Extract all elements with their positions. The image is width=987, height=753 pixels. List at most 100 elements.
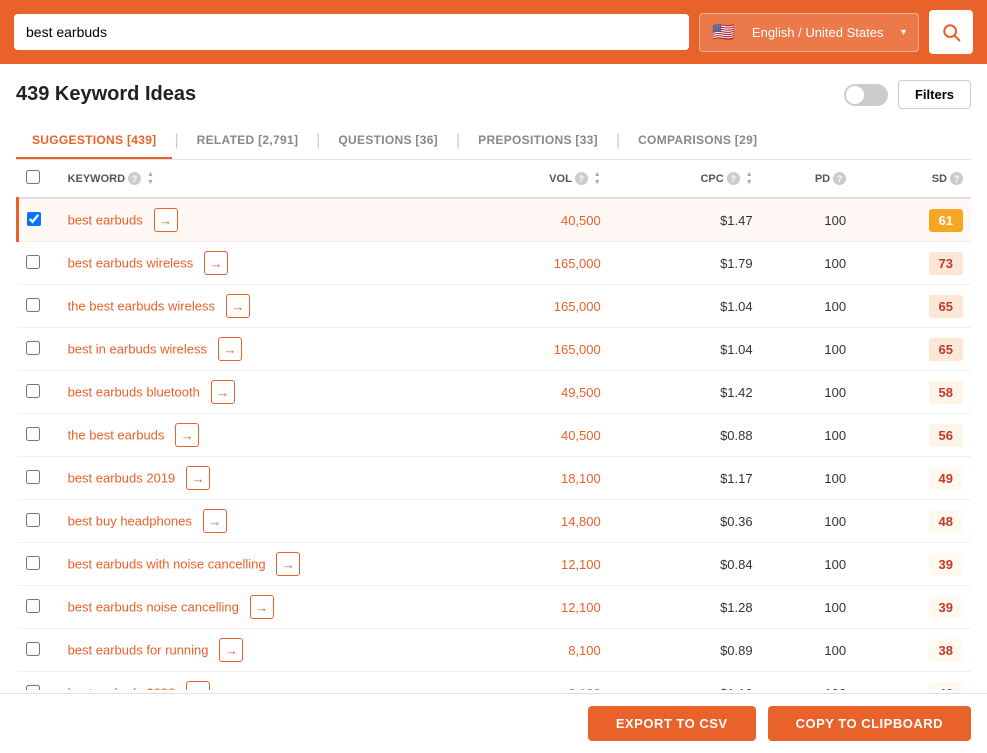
keyword-arrow-btn[interactable]: → bbox=[276, 552, 300, 576]
keyword-cell: best in earbuds wireless → bbox=[60, 328, 457, 371]
filters-button[interactable]: Filters bbox=[898, 80, 971, 109]
row-checkbox[interactable] bbox=[26, 513, 40, 527]
pd-cell: 100 bbox=[761, 328, 854, 371]
row-checkbox[interactable] bbox=[26, 685, 40, 691]
keyword-arrow-btn[interactable]: → bbox=[203, 509, 227, 533]
keyword-arrow-btn[interactable]: → bbox=[154, 208, 178, 232]
sd-cell: 61 bbox=[854, 198, 971, 242]
keyword-arrow-btn[interactable]: → bbox=[219, 638, 243, 662]
select-all-checkbox[interactable] bbox=[26, 170, 40, 184]
footer-bar: EXPORT TO CSV COPY TO CLIPBOARD bbox=[0, 693, 987, 753]
tabs-bar: SUGGESTIONS [439]|RELATED [2,791]|QUESTI… bbox=[16, 123, 971, 160]
row-checkbox[interactable] bbox=[27, 212, 41, 226]
tab-suggestions[interactable]: SUGGESTIONS [439] bbox=[16, 123, 172, 159]
sd-info-icon[interactable]: ? bbox=[950, 172, 963, 185]
tab-questions[interactable]: QUESTIONS [36] bbox=[322, 123, 454, 159]
main-content: 439 Keyword Ideas Filters SUGGESTIONS [4… bbox=[0, 64, 987, 690]
cpc-cell: $1.17 bbox=[609, 457, 761, 500]
tab-prepositions[interactable]: PREPOSITIONS [33] bbox=[462, 123, 614, 159]
row-checkbox-cell bbox=[18, 457, 60, 500]
cpc-header: CPC ? ▲▼ bbox=[609, 160, 761, 198]
table-row: best earbuds 2019 → 18,100 $1.17 100 49 bbox=[18, 457, 972, 500]
vol-cell: 40,500 bbox=[457, 198, 609, 242]
keyword-arrow-btn[interactable]: → bbox=[175, 423, 199, 447]
language-selector[interactable]: 🇺🇸 English / United States ▾ bbox=[699, 13, 919, 52]
search-input-wrapper: best earbuds bbox=[14, 14, 689, 50]
title-row: 439 Keyword Ideas Filters bbox=[16, 80, 971, 109]
search-button[interactable] bbox=[929, 10, 973, 54]
search-bar: best earbuds 🇺🇸 English / United States … bbox=[0, 0, 987, 64]
sd-cell: 49 bbox=[854, 457, 971, 500]
keyword-link[interactable]: best earbuds with noise cancelling bbox=[68, 557, 266, 572]
tab-divider: | bbox=[454, 133, 462, 149]
pd-cell: 100 bbox=[761, 242, 854, 285]
cpc-cell: $1.42 bbox=[609, 371, 761, 414]
vol-info-icon[interactable]: ? bbox=[575, 172, 588, 185]
sd-cell: 65 bbox=[854, 328, 971, 371]
keyword-arrow-btn[interactable]: → bbox=[218, 337, 242, 361]
row-checkbox[interactable] bbox=[26, 427, 40, 441]
tab-divider: | bbox=[172, 133, 180, 149]
pd-cell: 100 bbox=[761, 457, 854, 500]
keyword-cell: best earbuds with noise cancelling → bbox=[60, 543, 457, 586]
vol-cell: 40,500 bbox=[457, 414, 609, 457]
keyword-arrow-btn[interactable]: → bbox=[204, 251, 228, 275]
keyword-link[interactable]: best earbuds 2020 bbox=[68, 686, 176, 691]
row-checkbox[interactable] bbox=[26, 341, 40, 355]
pd-cell: 100 bbox=[761, 285, 854, 328]
select-all-header bbox=[18, 160, 60, 198]
keyword-arrow-btn[interactable]: → bbox=[226, 294, 250, 318]
sd-badge: 73 bbox=[929, 252, 963, 275]
keyword-link[interactable]: best earbuds for running bbox=[68, 643, 209, 658]
keyword-link[interactable]: best earbuds bbox=[68, 213, 143, 228]
search-input[interactable]: best earbuds bbox=[14, 14, 689, 50]
keyword-link[interactable]: best earbuds 2019 bbox=[68, 471, 176, 486]
row-checkbox[interactable] bbox=[26, 298, 40, 312]
keyword-link[interactable]: the best earbuds wireless bbox=[68, 299, 215, 314]
page-title: 439 Keyword Ideas bbox=[16, 83, 196, 106]
keyword-link[interactable]: best buy headphones bbox=[68, 514, 192, 529]
sd-cell: 48 bbox=[854, 500, 971, 543]
sd-badge: 58 bbox=[929, 381, 963, 404]
tab-comparisons[interactable]: COMPARISONS [29] bbox=[622, 123, 773, 159]
keyword-link[interactable]: best in earbuds wireless bbox=[68, 342, 207, 357]
pd-col-label: PD bbox=[815, 173, 830, 185]
row-checkbox[interactable] bbox=[26, 255, 40, 269]
keyword-arrow-btn[interactable]: → bbox=[211, 380, 235, 404]
sd-badge: 61 bbox=[929, 209, 963, 232]
sd-badge: 56 bbox=[929, 424, 963, 447]
sd-cell: 46 bbox=[854, 672, 971, 691]
keyword-link[interactable]: best earbuds bluetooth bbox=[68, 385, 200, 400]
keyword-arrow-btn[interactable]: → bbox=[186, 681, 210, 690]
pd-cell: 100 bbox=[761, 629, 854, 672]
keyword-link[interactable]: the best earbuds bbox=[68, 428, 165, 443]
cpc-cell: $1.47 bbox=[609, 198, 761, 242]
keyword-sort[interactable]: ▲▼ bbox=[147, 171, 154, 186]
filters-toggle[interactable] bbox=[844, 84, 888, 106]
vol-sort[interactable]: ▲▼ bbox=[594, 171, 601, 186]
keyword-col-label: KEYWORD bbox=[68, 173, 125, 185]
keyword-arrow-btn[interactable]: → bbox=[250, 595, 274, 619]
vol-cell: 49,500 bbox=[457, 371, 609, 414]
tab-related[interactable]: RELATED [2,791] bbox=[181, 123, 315, 159]
row-checkbox[interactable] bbox=[26, 556, 40, 570]
export-csv-button[interactable]: EXPORT TO CSV bbox=[588, 706, 756, 741]
keyword-cell: best earbuds 2020 → bbox=[60, 672, 457, 691]
row-checkbox[interactable] bbox=[26, 642, 40, 656]
cpc-info-icon[interactable]: ? bbox=[727, 172, 740, 185]
vol-cell: 14,800 bbox=[457, 500, 609, 543]
keyword-link[interactable]: best earbuds wireless bbox=[68, 256, 194, 271]
row-checkbox[interactable] bbox=[26, 599, 40, 613]
cpc-sort[interactable]: ▲▼ bbox=[746, 171, 753, 186]
row-checkbox[interactable] bbox=[26, 384, 40, 398]
keyword-info-icon[interactable]: ? bbox=[128, 172, 141, 185]
row-checkbox[interactable] bbox=[26, 470, 40, 484]
copy-clipboard-button[interactable]: COPY TO CLIPBOARD bbox=[768, 706, 971, 741]
row-checkbox-cell bbox=[18, 328, 60, 371]
keyword-link[interactable]: best earbuds noise cancelling bbox=[68, 600, 239, 615]
keyword-arrow-btn[interactable]: → bbox=[186, 466, 210, 490]
tab-divider: | bbox=[614, 133, 622, 149]
pd-info-icon[interactable]: ? bbox=[833, 172, 846, 185]
cpc-cell: $1.04 bbox=[609, 285, 761, 328]
keyword-header: KEYWORD ? ▲▼ bbox=[60, 160, 457, 198]
